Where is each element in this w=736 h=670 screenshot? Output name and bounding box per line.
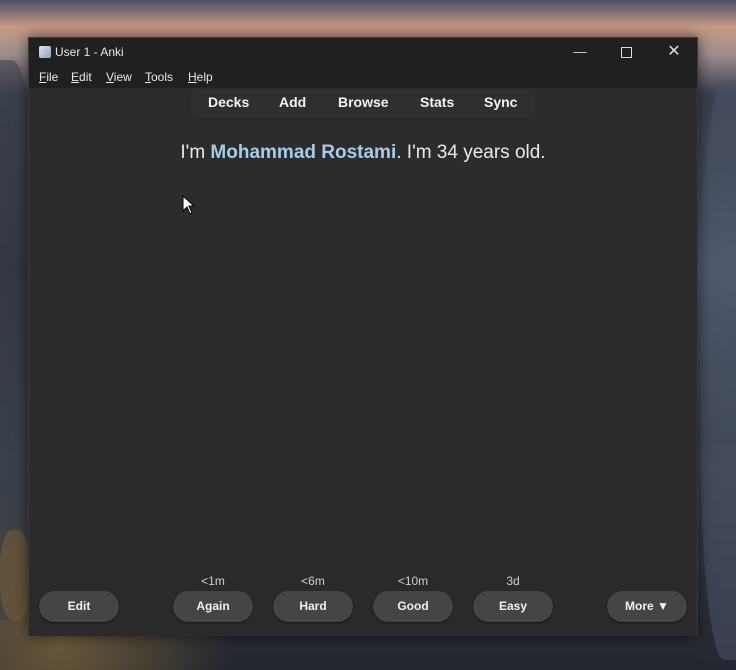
toolbar-browse[interactable]: Browse bbox=[338, 94, 389, 110]
toolbar-sync[interactable]: Sync bbox=[484, 94, 517, 110]
menu-view[interactable]: View bbox=[106, 70, 132, 84]
minimize-button[interactable]: — bbox=[557, 38, 603, 66]
menu-label: ile bbox=[46, 70, 59, 84]
main-toolbar: Decks Add Browse Stats Sync bbox=[191, 89, 535, 117]
menu-file[interactable]: File bbox=[39, 70, 58, 84]
more-button[interactable]: More ▼ bbox=[607, 591, 687, 622]
card-content: I'm Mohammad Rostami. I'm 34 years old. bbox=[29, 142, 697, 164]
good-interval: <10m bbox=[397, 574, 429, 588]
menu-edit[interactable]: Edit bbox=[71, 70, 92, 84]
background-rock bbox=[0, 530, 30, 620]
menu-label: iew bbox=[113, 70, 132, 84]
menu-mnemonic: V bbox=[106, 70, 114, 84]
again-button[interactable]: Again bbox=[173, 591, 253, 622]
menu-mnemonic: E bbox=[71, 70, 80, 84]
maximize-icon bbox=[620, 47, 632, 59]
title-bar: User 1 - Anki — ✕ bbox=[29, 38, 697, 66]
menu-help[interactable]: Help bbox=[188, 70, 213, 84]
again-interval: <1m bbox=[201, 574, 225, 588]
toolbar-decks[interactable]: Decks bbox=[208, 94, 249, 110]
easy-button[interactable]: Easy bbox=[473, 591, 553, 622]
mouse-cursor-icon bbox=[182, 195, 196, 215]
menu-tools[interactable]: Tools bbox=[145, 70, 173, 84]
toolbar-add[interactable]: Add bbox=[279, 94, 306, 110]
card-highlighted-name: Mohammad Rostami bbox=[210, 142, 397, 163]
background-rock bbox=[700, 80, 736, 660]
menu-label: ools bbox=[151, 70, 174, 84]
anki-app-icon bbox=[39, 46, 51, 58]
maximize-button[interactable] bbox=[603, 38, 649, 66]
menu-bar: File Edit View Tools Help bbox=[29, 66, 697, 88]
answer-bar: Edit <1m Again <6m Hard <10m Good 3d Eas… bbox=[29, 566, 697, 636]
window-title: User 1 - Anki bbox=[55, 45, 124, 59]
menu-label: elp bbox=[196, 70, 213, 84]
good-button[interactable]: Good bbox=[373, 591, 453, 622]
menu-mnemonic: H bbox=[188, 70, 197, 84]
toolbar-stats[interactable]: Stats bbox=[420, 94, 454, 110]
menu-label: dit bbox=[79, 70, 92, 84]
hard-button[interactable]: Hard bbox=[273, 591, 353, 622]
easy-interval: 3d bbox=[506, 574, 520, 588]
close-button[interactable]: ✕ bbox=[651, 38, 697, 66]
anki-window: User 1 - Anki — ✕ File Edit View Tools H… bbox=[28, 37, 698, 636]
hard-interval: <6m bbox=[301, 574, 325, 588]
edit-button[interactable]: Edit bbox=[39, 591, 119, 622]
card-text-prefix: I'm bbox=[180, 142, 211, 163]
card-text-suffix: . I'm 34 years old. bbox=[396, 142, 546, 163]
